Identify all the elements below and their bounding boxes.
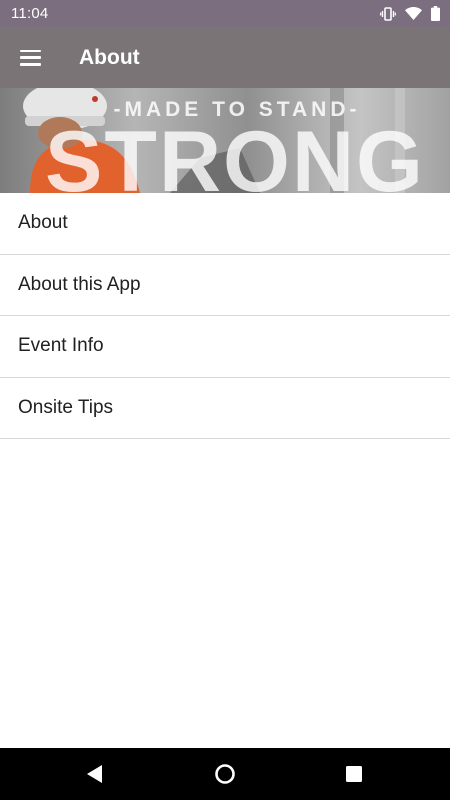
list-item-label: Onsite Tips: [18, 396, 114, 418]
recents-icon[interactable]: [342, 762, 366, 786]
wifi-icon: [405, 7, 422, 20]
list-item-label: Event Info: [18, 335, 104, 357]
home-icon[interactable]: [213, 762, 237, 786]
list-item-about[interactable]: About: [0, 193, 450, 255]
battery-icon: [431, 6, 440, 21]
status-bar: 11:04: [0, 0, 450, 27]
list-item-about-this-app[interactable]: About this App: [0, 255, 450, 316]
menu-list: About About this App Event Info Onsite T…: [0, 193, 450, 439]
page-title: About: [79, 45, 140, 69]
hamburger-menu-icon[interactable]: [20, 49, 42, 66]
list-item-label: About: [18, 212, 68, 234]
list-item-label: About this App: [18, 273, 141, 295]
app-bar: About: [0, 27, 450, 88]
screen: 11:04 About -MADE TO STAND- STRONG About…: [0, 0, 450, 800]
navigation-bar: [0, 748, 450, 800]
banner-headline: STRONG: [45, 114, 425, 193]
banner-image: -MADE TO STAND- STRONG: [0, 88, 450, 193]
list-item-onsite-tips[interactable]: Onsite Tips: [0, 378, 450, 439]
list-item-event-info[interactable]: Event Info: [0, 316, 450, 378]
back-icon[interactable]: [83, 762, 107, 786]
vibrate-icon: [380, 6, 396, 21]
status-icons: [380, 6, 440, 21]
status-time: 11:04: [11, 5, 49, 22]
